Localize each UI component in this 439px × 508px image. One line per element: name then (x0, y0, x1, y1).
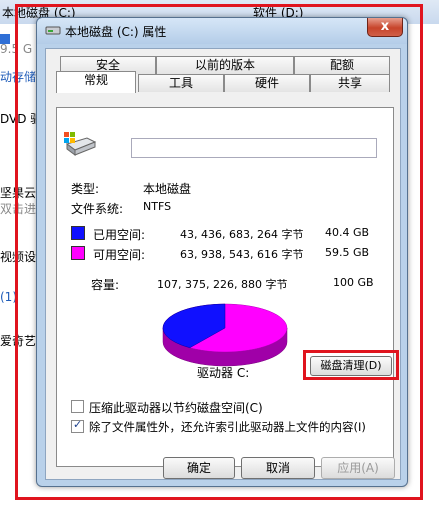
tab-general[interactable]: 常规 (56, 71, 136, 93)
